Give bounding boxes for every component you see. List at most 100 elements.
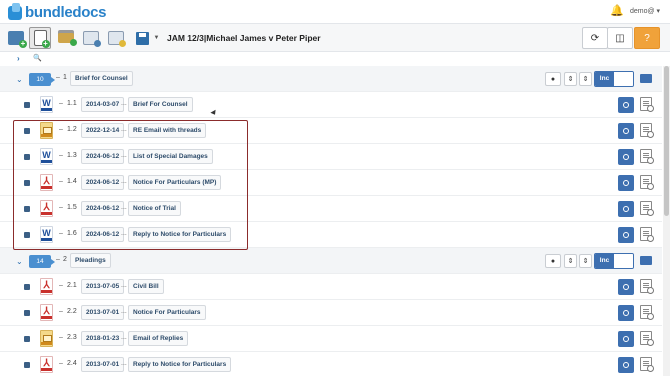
sort-button[interactable]: ⇕ bbox=[564, 254, 577, 268]
order-button[interactable]: ⇕ bbox=[579, 72, 592, 86]
view-button[interactable] bbox=[618, 149, 634, 165]
drag-handle[interactable]: – bbox=[59, 204, 63, 211]
list-item[interactable]: W – 1.3 2024-06-12 ... List of Special D… bbox=[0, 144, 662, 170]
drag-handle[interactable]: – bbox=[59, 308, 63, 315]
document-properties-icon[interactable] bbox=[640, 331, 654, 346]
item-title[interactable]: Reply to Notice for Particulars bbox=[128, 357, 232, 372]
document-properties-icon[interactable] bbox=[640, 97, 654, 112]
help-button[interactable]: ? bbox=[634, 27, 660, 49]
view-button[interactable] bbox=[618, 97, 634, 113]
document-properties-icon[interactable] bbox=[640, 201, 654, 216]
item-date[interactable]: 2013-07-05 bbox=[81, 279, 125, 294]
pdf-file-icon: ⅄ bbox=[40, 304, 53, 321]
user-menu[interactable]: demo@ ▾ bbox=[630, 7, 660, 15]
add-pages-button[interactable] bbox=[80, 27, 102, 49]
view-button[interactable] bbox=[618, 279, 634, 295]
save-button[interactable] bbox=[131, 27, 153, 49]
item-title[interactable]: Notice of Trial bbox=[128, 201, 181, 216]
item-date[interactable]: 2014-03-07 bbox=[81, 97, 125, 112]
list-item[interactable]: W – 1.6 2024-06-12 ... Reply to Notice f… bbox=[0, 222, 662, 248]
document-properties-icon[interactable] bbox=[640, 305, 654, 320]
comment-button[interactable]: ● bbox=[545, 254, 561, 268]
list-item[interactable]: – 2.3 2018-01-23 ... Email of Replies bbox=[0, 326, 662, 352]
item-date[interactable]: 2018-01-23 bbox=[81, 331, 125, 346]
section-title[interactable]: Pleadings bbox=[70, 253, 111, 268]
drag-handle[interactable]: – bbox=[59, 360, 63, 367]
logo-icon bbox=[8, 2, 22, 20]
list-item[interactable]: ⅄ – 2.2 2013-07-01 ... Notice For Partic… bbox=[0, 300, 662, 326]
search-icon[interactable]: 🔍 bbox=[33, 54, 42, 62]
scrollbar-thumb[interactable] bbox=[664, 66, 669, 216]
item-title[interactable]: List of Special Damages bbox=[128, 149, 213, 164]
item-title[interactable]: Brief For Counsel bbox=[128, 97, 193, 112]
view-button[interactable] bbox=[618, 357, 634, 373]
add-bundle-button[interactable] bbox=[55, 27, 77, 49]
drag-handle[interactable]: – bbox=[59, 126, 63, 133]
layout-button[interactable]: ◫ bbox=[607, 27, 633, 49]
item-date[interactable]: 2013-07-01 bbox=[81, 357, 125, 372]
document-properties-icon[interactable] bbox=[640, 227, 654, 242]
bell-icon[interactable]: 🔔 bbox=[610, 5, 624, 17]
item-title[interactable]: RE Email with threads bbox=[128, 123, 207, 138]
collapse-chevron-icon[interactable]: ⌄ bbox=[16, 257, 23, 266]
drag-handle[interactable]: – bbox=[59, 334, 63, 341]
sort-button[interactable]: ⇕ bbox=[564, 72, 577, 86]
section-row[interactable]: ⌄ 14 – 2 Pleadings ● ⇕ ⇕ Inc bbox=[0, 248, 662, 274]
document-properties-icon[interactable] bbox=[640, 149, 654, 164]
list-item[interactable]: ⅄ – 2.4 2013-07-01 ... Reply to Notice f… bbox=[0, 352, 662, 376]
expand-all-chevron-icon[interactable]: › bbox=[17, 54, 20, 63]
item-date[interactable]: 2013-07-01 bbox=[81, 305, 125, 320]
document-properties-icon[interactable] bbox=[640, 279, 654, 294]
item-date[interactable]: 2024-06-12 bbox=[81, 227, 125, 242]
drag-handle[interactable]: – bbox=[59, 178, 63, 185]
drag-handle[interactable]: – bbox=[59, 152, 63, 159]
item-date[interactable]: 2024-06-12 bbox=[81, 175, 125, 190]
document-properties-icon[interactable] bbox=[640, 175, 654, 190]
add-section-button[interactable] bbox=[5, 27, 27, 49]
include-toggle[interactable]: Inc bbox=[594, 253, 634, 269]
list-item[interactable]: W – 1.1 2014-03-07 ... Brief For Counsel bbox=[0, 92, 662, 118]
view-button[interactable] bbox=[618, 305, 634, 321]
list-item[interactable]: ⅄ – 2.1 2013-07-05 ... Civil Bill bbox=[0, 274, 662, 300]
comment-button[interactable]: ● bbox=[545, 72, 561, 86]
app-logo[interactable]: bundledocs bbox=[8, 2, 106, 21]
list-item[interactable]: ⅄ – 1.5 2024-06-12 ... Notice of Trial bbox=[0, 196, 662, 222]
refresh-button[interactable]: ⟳ bbox=[582, 27, 608, 49]
pages-options-button[interactable] bbox=[105, 27, 127, 49]
save-dropdown-button[interactable]: ▼ bbox=[152, 27, 161, 49]
drag-handle[interactable]: – bbox=[56, 256, 60, 263]
section-row[interactable]: ⌄ 10 – 1 Brief for Counsel ● ⇕ ⇕ Inc bbox=[0, 66, 662, 92]
view-button[interactable] bbox=[618, 331, 634, 347]
document-properties-icon[interactable] bbox=[640, 357, 654, 372]
item-date[interactable]: 2022-12-14 bbox=[81, 123, 125, 138]
view-button[interactable] bbox=[618, 123, 634, 139]
drag-handle[interactable]: – bbox=[59, 282, 63, 289]
folder-icon[interactable] bbox=[640, 256, 652, 265]
item-date[interactable]: 2024-06-12 bbox=[81, 149, 125, 164]
item-title[interactable]: Reply to Notice for Particulars bbox=[128, 227, 232, 242]
item-title[interactable]: Civil Bill bbox=[128, 279, 164, 294]
document-properties-icon[interactable] bbox=[640, 123, 654, 138]
pdf-file-icon: ⅄ bbox=[40, 278, 53, 295]
add-document-button[interactable] bbox=[29, 27, 51, 49]
drag-handle[interactable]: – bbox=[56, 74, 60, 81]
item-date[interactable]: 2024-06-12 bbox=[81, 201, 125, 216]
folder-icon[interactable] bbox=[640, 74, 652, 83]
include-toggle[interactable]: Inc bbox=[594, 71, 634, 87]
collapse-chevron-icon[interactable]: ⌄ bbox=[16, 75, 23, 84]
list-item[interactable]: – 1.2 2022-12-14 ... RE Email with threa… bbox=[0, 118, 662, 144]
view-button[interactable] bbox=[618, 201, 634, 217]
item-number: 1.2 bbox=[67, 126, 77, 133]
view-button[interactable] bbox=[618, 175, 634, 191]
scrollbar[interactable] bbox=[663, 66, 670, 376]
drag-handle[interactable]: – bbox=[59, 230, 63, 237]
item-title[interactable]: Notice For Particulars (MP) bbox=[128, 175, 222, 190]
view-button[interactable] bbox=[618, 227, 634, 243]
ellipsis: ... bbox=[121, 334, 127, 341]
list-item[interactable]: ⅄ – 1.4 2024-06-12 ... Notice For Partic… bbox=[0, 170, 662, 196]
drag-handle[interactable]: – bbox=[59, 100, 63, 107]
order-button[interactable]: ⇕ bbox=[579, 254, 592, 268]
item-title[interactable]: Notice For Particulars bbox=[128, 305, 206, 320]
item-title[interactable]: Email of Replies bbox=[128, 331, 189, 346]
section-title[interactable]: Brief for Counsel bbox=[70, 71, 133, 86]
